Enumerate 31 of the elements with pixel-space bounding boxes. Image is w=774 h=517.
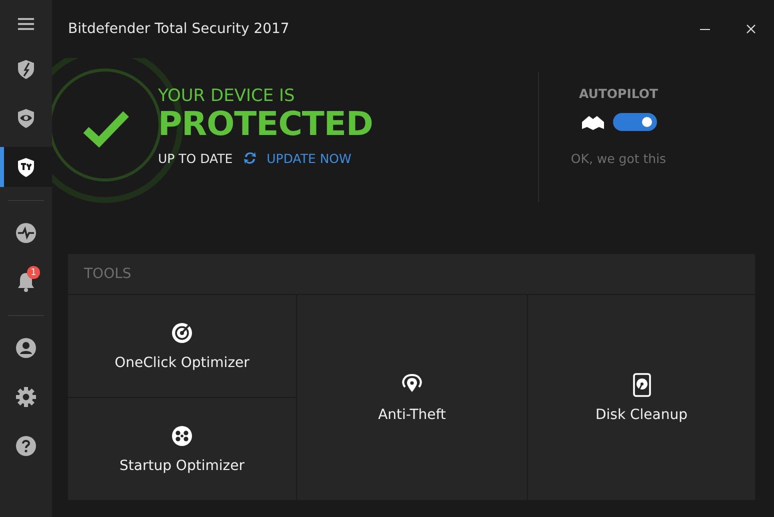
status-heading: YOUR DEVICE IS (158, 86, 296, 106)
eye-shield-icon (15, 107, 37, 129)
autopilot-icon (580, 113, 604, 131)
pulse-icon (15, 222, 37, 244)
help-icon (15, 435, 37, 457)
shield-icon (15, 58, 37, 80)
tool-tile[interactable]: Disk Cleanup (528, 295, 755, 500)
tool-tile[interactable]: OneClick Optimizer (68, 295, 296, 397)
refresh-icon (242, 150, 257, 166)
section-title: TOOLS (84, 266, 132, 282)
window-title: Bitdefender Total Security 2017 (68, 21, 290, 37)
tool-tile[interactable]: Anti-Theft (297, 295, 527, 500)
autopilot-caption: OK, we got this (570, 151, 666, 166)
cog-icon (170, 424, 194, 448)
tools-shield-icon (15, 156, 37, 178)
tool-label: Anti-Theft (378, 406, 446, 422)
target-icon (170, 321, 194, 345)
tool-label: Disk Cleanup (595, 406, 688, 422)
settings-icon (15, 386, 37, 408)
status-text: PROTECTED (158, 106, 373, 142)
autopilot-toggle[interactable] (612, 113, 656, 131)
autopilot-label: AUTOPILOT (578, 86, 658, 101)
tool-label: OneClick Optimizer (114, 355, 250, 371)
notification-badge: 1 (27, 266, 40, 279)
tool-tile[interactable]: Startup Optimizer (68, 398, 296, 500)
update-now-link[interactable]: UPDATE NOW (266, 150, 352, 166)
close-icon (745, 23, 757, 35)
sidebar-item[interactable] (0, 147, 52, 187)
user-icon (15, 337, 37, 359)
tool-label: Startup Optimizer (120, 458, 244, 474)
update-status: UP TO DATE (158, 150, 233, 166)
